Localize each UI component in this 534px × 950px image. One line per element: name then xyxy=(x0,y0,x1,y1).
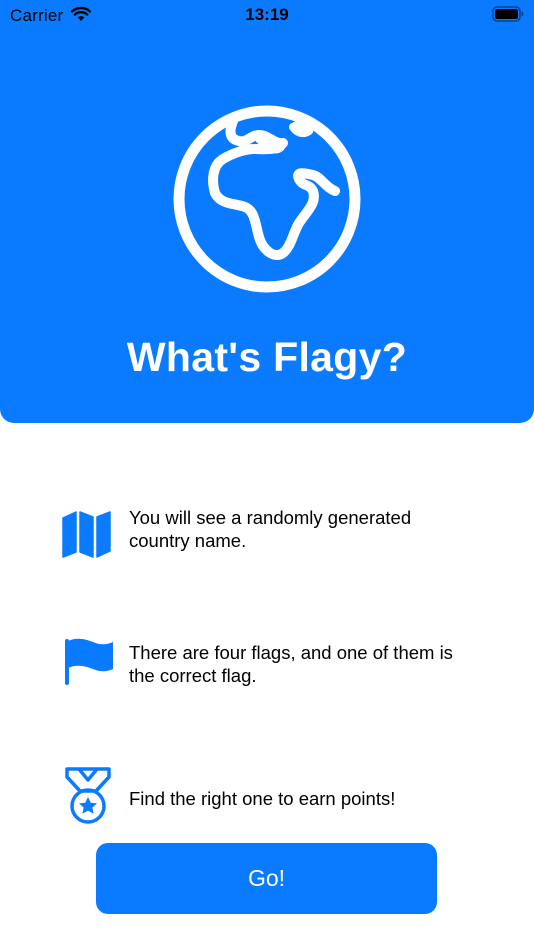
feature-text-line: There are four flags, and one of them is xyxy=(129,642,453,663)
feature-text: You will see a randomly generated countr… xyxy=(129,506,509,552)
feature-text-line: country name. xyxy=(129,530,247,551)
status-time: 13:19 xyxy=(245,5,289,24)
status-bar: Carrier 13:19 xyxy=(0,0,534,30)
feature-text-line: Find the right one to earn points! xyxy=(129,788,396,809)
map-icon xyxy=(62,511,111,558)
flag-icon xyxy=(65,638,113,685)
feature-text: There are four flags, and one of them is… xyxy=(129,641,509,687)
feature-text-line: the correct flag. xyxy=(129,665,257,686)
onboarding-screen: What's Flagy? Carrier 13:19 You will see… xyxy=(0,0,534,950)
hero-header: What's Flagy? xyxy=(0,0,534,423)
battery-icon xyxy=(492,6,524,22)
page-title: What's Flagy? xyxy=(126,334,408,380)
feature-text: Find the right one to earn points! xyxy=(129,787,509,810)
feature-text-line: You will see a randomly generated xyxy=(129,507,412,528)
go-button[interactable]: Go! xyxy=(96,843,437,914)
globe-africa-icon xyxy=(173,105,361,293)
medal-icon xyxy=(65,767,111,824)
